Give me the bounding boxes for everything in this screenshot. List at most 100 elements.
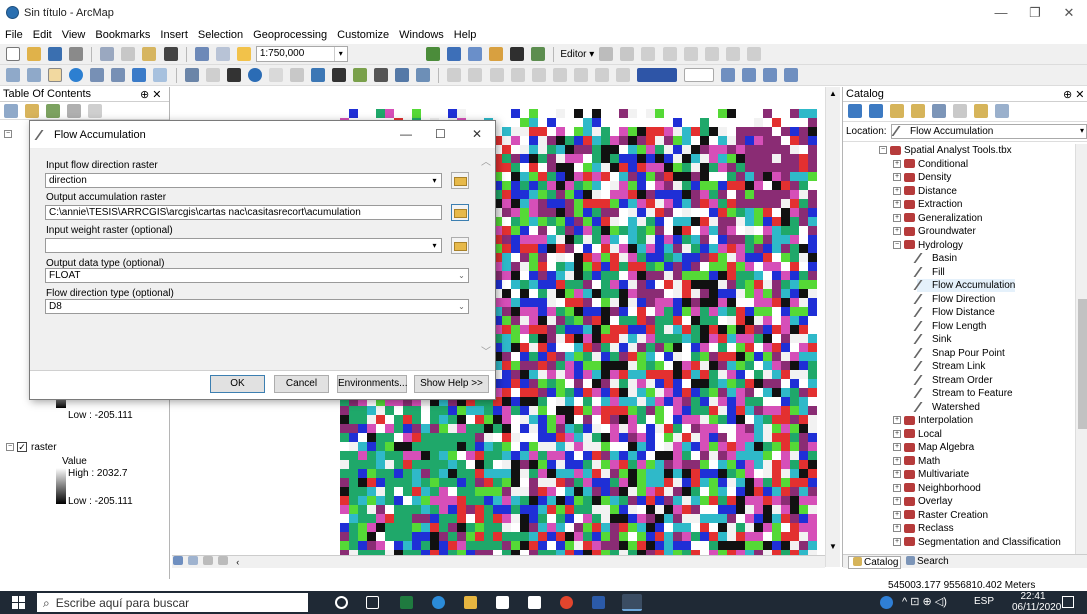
tree-item-math[interactable]: + Math [893,455,940,468]
zoom-in-icon[interactable] [6,68,20,82]
scroll-down-icon[interactable]: ﹀ [481,343,491,358]
options-icon[interactable] [88,104,103,118]
catalog-vertical-scrollbar[interactable] [1075,144,1087,554]
scroll-down-icon[interactable]: ▼ [829,542,837,551]
effects-tool-icon[interactable] [721,68,736,82]
effects-combobox[interactable] [684,68,714,82]
menu-file[interactable]: File [0,27,28,43]
notifications-icon[interactable] [1062,596,1074,608]
menu-insert[interactable]: Insert [155,27,193,43]
layout-tool-icon[interactable] [510,68,525,82]
cortana-icon[interactable] [335,596,348,609]
trace-icon[interactable] [662,47,677,61]
tab-search[interactable]: Search [902,556,951,567]
close-button[interactable]: ✕ [1054,4,1084,22]
menu-help[interactable]: Help [449,27,482,43]
tree-item-raster-creation[interactable]: + Raster Creation [893,509,988,522]
taskbar-search-box[interactable]: ⌕ Escribe aquí para buscar [37,593,308,612]
views-icon[interactable] [953,104,968,118]
layout-tool-icon[interactable] [531,68,546,82]
expand-toggle[interactable]: + [893,416,901,425]
data-view-icon[interactable] [173,556,183,565]
scroll-up-icon[interactable]: ▲ [829,89,837,98]
up-one-level-icon[interactable] [890,104,905,118]
tree-item-local[interactable]: + Local [893,428,942,441]
collapse-toggle[interactable]: − [6,443,14,452]
redo-icon[interactable] [215,47,230,61]
tree-item-flow-distance[interactable]: Flow Distance [913,306,995,319]
layout-tool-icon[interactable] [489,68,504,82]
tree-item-overlay[interactable]: + Overlay [893,495,952,508]
edge-icon[interactable] [432,596,445,609]
sketch-tool-icon[interactable] [620,47,635,61]
paste-icon[interactable] [142,47,157,61]
new-document-icon[interactable] [6,47,20,61]
list-by-visibility-icon[interactable] [46,104,61,118]
weight-raster-field[interactable]: ▾ [45,238,442,253]
find-icon[interactable] [332,68,346,82]
tree-item-flow-direction[interactable]: Flow Direction [913,293,995,306]
menu-edit[interactable]: Edit [28,27,57,43]
color-swatch[interactable] [636,68,677,82]
menu-windows[interactable]: Windows [394,27,449,43]
arctoolbox-icon[interactable] [489,47,504,61]
arcmap-taskbar-icon[interactable] [622,594,642,611]
editor-menu[interactable]: Editor ▾ [560,49,594,60]
dialog-minimize-button[interactable]: — [400,127,412,141]
select-features-icon[interactable] [184,68,199,82]
fixed-zoom-out-icon[interactable] [111,68,126,82]
html-popup-icon[interactable] [289,68,304,82]
straight-segment-icon[interactable] [641,47,656,61]
full-extent-icon[interactable] [69,68,84,82]
python-icon[interactable] [510,47,525,61]
tree-item-stream-to-feature[interactable]: Stream to Feature [913,387,1013,400]
tree-item-flow-length[interactable]: Flow Length [913,320,986,333]
expand-toggle[interactable]: + [893,470,901,479]
layout-view-icon[interactable] [188,556,199,565]
tree-item-neighborhood[interactable]: + Neighborhood [893,482,981,495]
tree-item-basin[interactable]: Basin [913,252,957,265]
attributes-icon[interactable] [725,47,740,61]
menu-selection[interactable]: Selection [193,27,248,43]
go-to-xy-icon[interactable] [374,68,389,82]
help-icon[interactable] [880,596,893,609]
tree-item-segmentation-and-classification[interactable]: + Segmentation and Classification [893,536,1061,549]
windows-start-icon[interactable] [12,596,25,609]
expand-toggle[interactable]: + [893,159,901,168]
catalog-pin-close[interactable]: ⊕ ✕ [1063,88,1085,101]
output-accumulation-field[interactable]: C:\annie\TESIS\ARRCGIS\arcgis\cartas nac… [45,205,442,220]
list-by-selection-icon[interactable] [67,104,82,118]
tree-item-interpolation[interactable]: + Interpolation [893,414,973,427]
cancel-button[interactable]: Cancel [274,375,329,393]
tree-item-spatial-analyst-tools-tbx[interactable]: − Spatial Analyst Tools.tbx [879,144,1012,157]
browse-output-button[interactable] [451,204,469,221]
input-flow-direction-field[interactable]: direction ▾ [45,173,442,188]
tab-catalog[interactable]: Catalog [848,556,902,569]
expand-toggle[interactable]: + [893,537,901,546]
forward-icon[interactable] [153,68,168,82]
expand-toggle[interactable]: + [893,173,901,182]
effects-tool-icon[interactable] [784,68,799,82]
expand-toggle[interactable]: + [893,497,901,506]
find-route-icon[interactable] [353,68,368,82]
pan-icon[interactable] [48,68,63,82]
time-slider-icon[interactable] [395,68,410,82]
add-data-icon[interactable] [236,47,251,61]
minimize-button[interactable]: — [986,4,1016,22]
list-by-source-icon[interactable] [25,104,40,118]
new-folder-icon[interactable] [974,104,989,118]
menu-bookmarks[interactable]: Bookmarks [90,27,155,43]
layout-tool-icon[interactable] [468,68,483,82]
identify-icon[interactable] [247,68,262,82]
select-elements-icon[interactable] [226,68,241,82]
toc-pin-close[interactable]: ⊕ ✕ [140,88,162,101]
sketch-properties-icon[interactable] [746,47,761,61]
layer-name[interactable]: raster [31,442,57,453]
location-combobox[interactable]: Flow Accumulation ▾ [891,124,1087,139]
scroll-up-icon[interactable]: ︿ [481,153,491,168]
dialog-close-button[interactable]: ✕ [472,127,482,141]
collapse-toggle[interactable]: − [4,128,15,140]
tree-item-generalization[interactable]: + Generalization [893,212,982,225]
clock[interactable]: 22:41 06/11/2020 [1012,591,1061,613]
menu-view[interactable]: View [57,27,91,43]
